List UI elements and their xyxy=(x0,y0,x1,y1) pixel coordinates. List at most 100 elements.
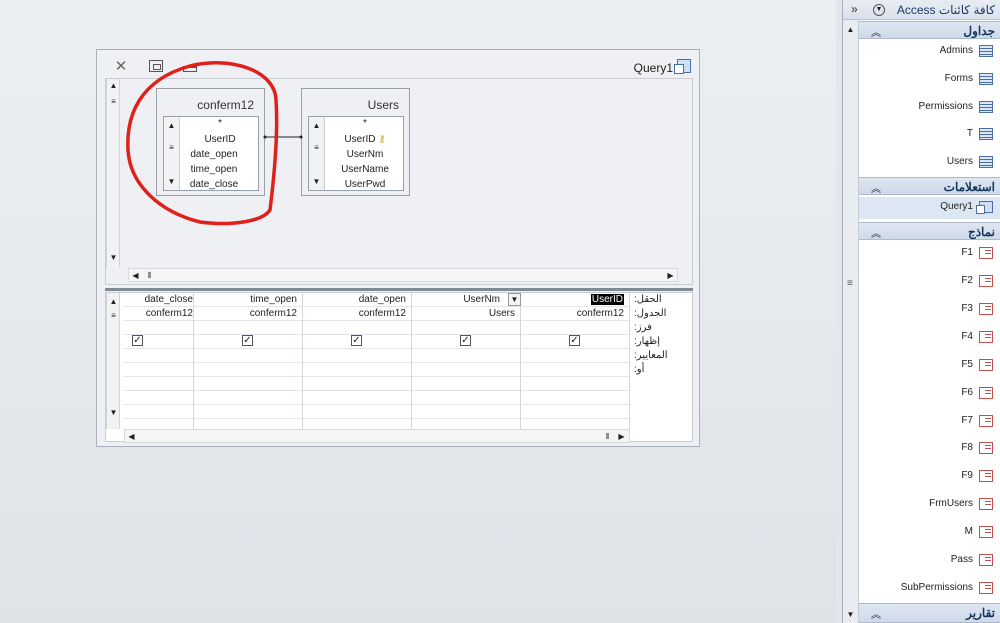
field-item[interactable]: time_open xyxy=(176,164,252,175)
item-label: F7 xyxy=(961,415,973,426)
collapse-group-icon[interactable]: ︽ xyxy=(871,24,881,39)
group-header-queries[interactable]: ︽ استعلامات xyxy=(859,177,1000,195)
show-checkbox[interactable]: ✓ xyxy=(351,335,362,346)
restore-icon[interactable] xyxy=(149,60,163,72)
field-item[interactable]: date_close xyxy=(176,179,252,190)
scroll-up-icon[interactable]: ▲ xyxy=(310,119,323,132)
field-cell[interactable]: date_open xyxy=(306,294,406,305)
scroll-right-icon[interactable]: ▶ xyxy=(664,269,677,282)
scroll-down-icon[interactable]: ▼ xyxy=(844,608,857,621)
scroll-thumb[interactable]: ⦀ xyxy=(601,430,614,443)
scroll-right-icon[interactable]: ▶ xyxy=(615,430,628,443)
grid-column[interactable]: date_close conferm12 ✓ xyxy=(124,293,194,431)
nav-item-admins[interactable]: Admins xyxy=(859,41,1000,63)
table-cell[interactable]: conferm12 xyxy=(197,308,297,319)
table-cell[interactable]: conferm12 xyxy=(306,308,406,319)
nav-header[interactable]: » ▼ كافة كائنات Access xyxy=(843,0,1000,20)
scroll-left-icon[interactable]: ◀ xyxy=(129,269,142,282)
show-checkbox[interactable]: ✓ xyxy=(460,335,471,346)
show-checkbox[interactable]: ✓ xyxy=(132,335,143,346)
grid-column[interactable]: time_open conferm12 ✓ xyxy=(194,293,303,431)
table-cell[interactable]: conferm12 xyxy=(524,308,624,319)
grid-column[interactable]: date_open conferm12 ✓ xyxy=(303,293,412,431)
grid-hscroll[interactable]: ◀ ⦀ ▶ xyxy=(124,429,630,443)
show-checkbox[interactable]: ✓ xyxy=(569,335,580,346)
scroll-thumb[interactable]: ≡ xyxy=(310,141,323,154)
nav-item-pass[interactable]: Pass xyxy=(859,550,1000,572)
design-vscroll[interactable]: ▲ ≡ ▼ xyxy=(106,79,120,267)
nav-item-frmusers[interactable]: FrmUsers xyxy=(859,494,1000,516)
table-icon xyxy=(979,156,993,168)
nav-item-subpermissions[interactable]: SubPermissions xyxy=(859,578,1000,600)
collapse-group-icon[interactable]: ︽ xyxy=(871,225,881,240)
pane-splitter[interactable] xyxy=(105,288,693,291)
nav-item-f2[interactable]: F2 xyxy=(859,271,1000,293)
scroll-thumb[interactable]: ≡ xyxy=(107,95,120,108)
field-cell[interactable]: date_close xyxy=(127,294,193,305)
scroll-down-icon[interactable]: ▼ xyxy=(310,175,323,188)
field-cell[interactable]: time_open xyxy=(197,294,297,305)
nav-item-f1[interactable]: F1 xyxy=(859,243,1000,265)
grid-column[interactable]: UserID conferm12 ✓ xyxy=(521,293,630,431)
field-all[interactable]: * xyxy=(182,118,258,129)
nav-item-f4[interactable]: F4 xyxy=(859,327,1000,349)
field-item[interactable]: UserID xyxy=(182,134,258,145)
scroll-up-icon[interactable]: ▲ xyxy=(107,295,120,308)
scroll-thumb[interactable]: ⦀ xyxy=(143,269,156,282)
field-scrollbar[interactable]: ▲ ≡ ▼ xyxy=(309,117,325,190)
scroll-up-icon[interactable]: ▲ xyxy=(107,79,120,92)
nav-item-f6[interactable]: F6 xyxy=(859,383,1000,405)
field-cell[interactable]: UserNm xyxy=(400,294,500,305)
table-icon xyxy=(979,45,993,57)
field-all[interactable]: * xyxy=(327,118,403,129)
nav-item-t[interactable]: T xyxy=(859,124,1000,146)
nav-item-m[interactable]: M xyxy=(859,522,1000,544)
scroll-down-icon[interactable]: ▼ xyxy=(107,406,120,419)
grid-column[interactable]: UserNm ▼ Users ✓ xyxy=(412,293,521,431)
field-cell[interactable]: UserID xyxy=(524,294,624,305)
nav-item-forms[interactable]: Forms xyxy=(859,69,1000,91)
nav-item-f7[interactable]: F7 xyxy=(859,411,1000,433)
item-label: SubPermissions xyxy=(900,582,973,593)
collapse-pane-icon[interactable]: » xyxy=(851,2,858,16)
group-header-tables[interactable]: ︽ جداول xyxy=(859,21,1000,39)
nav-item-f8[interactable]: F8 xyxy=(859,438,1000,460)
table-box-conferm12[interactable]: conferm12 ▲ ≡ ▼ * UserID date_open time_… xyxy=(156,88,265,196)
close-icon[interactable]: ✕ xyxy=(113,59,129,75)
group-header-reports[interactable]: ︽ تقارير xyxy=(859,603,1000,623)
nav-item-users[interactable]: Users xyxy=(859,152,1000,174)
chevron-down-icon[interactable]: ▼ xyxy=(508,293,521,306)
minimize-icon[interactable] xyxy=(183,66,197,72)
nav-item-f3[interactable]: F3 xyxy=(859,299,1000,321)
collapse-group-icon[interactable]: ︽ xyxy=(871,606,881,621)
design-hscroll[interactable]: ◀ ⦀ ▶ xyxy=(128,268,678,282)
field-list: ▲ ≡ ▼ * UserID date_open time_open date_… xyxy=(163,116,259,191)
nav-item-query1[interactable]: Query1 xyxy=(859,197,1000,219)
field-item[interactable]: UserName xyxy=(327,164,403,175)
table-cell[interactable]: Users xyxy=(415,308,515,319)
field-item[interactable]: date_open xyxy=(176,149,252,160)
nav-menu-dropdown-icon[interactable]: ▼ xyxy=(873,4,885,16)
field-item[interactable]: UserPwd xyxy=(327,179,403,190)
form-icon xyxy=(979,526,993,538)
collapse-group-icon[interactable]: ︽ xyxy=(871,180,881,195)
nav-item-permissions[interactable]: Permissions xyxy=(859,97,1000,119)
scroll-down-icon[interactable]: ▼ xyxy=(107,251,120,264)
group-header-forms[interactable]: ︽ نماذج xyxy=(859,222,1000,240)
scroll-left-icon[interactable]: ◀ xyxy=(125,430,138,443)
grid-vscroll[interactable]: ▲ ≡ ▼ xyxy=(106,293,120,429)
table-box-users[interactable]: Users ▲ ≡ ▼ * UserID ⚷ UserNm UserName U… xyxy=(301,88,410,196)
item-label: T xyxy=(966,128,973,139)
scroll-thumb[interactable]: ≡ xyxy=(847,278,853,289)
form-icon xyxy=(979,275,993,287)
field-item[interactable]: UserNm xyxy=(327,149,403,160)
scroll-up-icon[interactable]: ▲ xyxy=(844,23,857,36)
scroll-thumb[interactable]: ≡ xyxy=(107,309,120,322)
nav-scrollbar[interactable]: ▲ ≡ ▼ xyxy=(843,20,859,623)
field-item[interactable]: UserID ⚷ xyxy=(327,134,403,145)
scroll-up-icon[interactable]: ▲ xyxy=(165,119,178,132)
nav-item-f9[interactable]: F9 xyxy=(859,466,1000,488)
nav-item-f5[interactable]: F5 xyxy=(859,355,1000,377)
table-cell[interactable]: conferm12 xyxy=(127,308,193,319)
show-checkbox[interactable]: ✓ xyxy=(242,335,253,346)
